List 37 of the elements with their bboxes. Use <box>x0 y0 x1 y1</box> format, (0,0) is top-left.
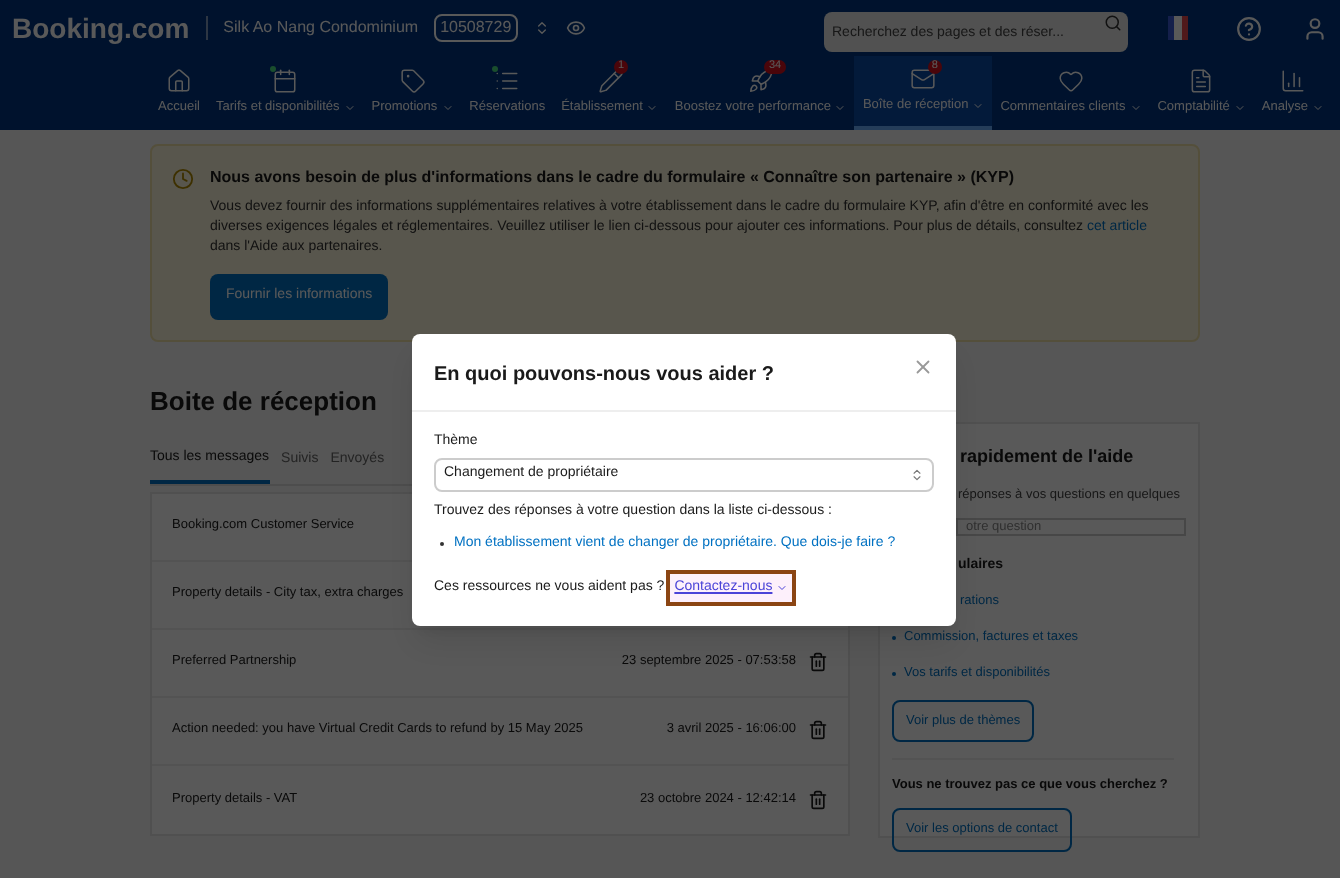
delete-icon[interactable] <box>808 789 828 809</box>
property-id: 10508729 <box>434 14 518 42</box>
caret-icon <box>776 581 789 594</box>
account-icon[interactable] <box>1302 15 1328 41</box>
notice-title: Nous avons besoin de plus d'informations dans le cadre du formulaire « Connaître son partenaire » (KYP) <box>210 166 1016 190</box>
caret-icon <box>1312 102 1324 114</box>
search-icon <box>1104 13 1122 32</box>
eye-icon[interactable] <box>565 18 586 38</box>
help-title: rapidement de l'aide <box>960 443 1136 470</box>
caret-icon <box>441 102 454 114</box>
caret-icon <box>343 102 356 114</box>
dialog-title: En quoi pouvons-nous vous aider ? <box>434 362 775 390</box>
caret-icon <box>1129 102 1142 114</box>
clock-icon <box>172 168 194 190</box>
select-arrows-icon <box>910 467 924 481</box>
document-icon <box>1188 68 1215 95</box>
logo[interactable]: Booking.com <box>12 7 190 49</box>
envelope-icon <box>910 66 937 93</box>
flag-icon[interactable] <box>1168 16 1188 40</box>
delete-icon[interactable] <box>808 720 828 740</box>
caret-icon <box>972 100 985 112</box>
inbox-title: Boite de réception <box>150 383 379 420</box>
house-icon <box>166 68 193 95</box>
property-name: Silk Ao Nang Condominium <box>223 16 419 40</box>
delete-icon[interactable] <box>808 652 828 672</box>
switch-icon[interactable] <box>533 20 550 36</box>
calendar-icon <box>272 68 299 95</box>
caret-icon <box>1233 102 1246 114</box>
help-icon[interactable] <box>1236 15 1262 41</box>
tag-icon <box>399 68 426 95</box>
rocket-icon <box>747 68 774 95</box>
heart-icon <box>1057 68 1084 95</box>
close-icon[interactable] <box>912 356 934 378</box>
pencil-icon <box>597 68 623 95</box>
caret-icon <box>646 102 659 114</box>
bar-chart-icon <box>1279 68 1306 95</box>
caret-icon <box>834 102 847 114</box>
